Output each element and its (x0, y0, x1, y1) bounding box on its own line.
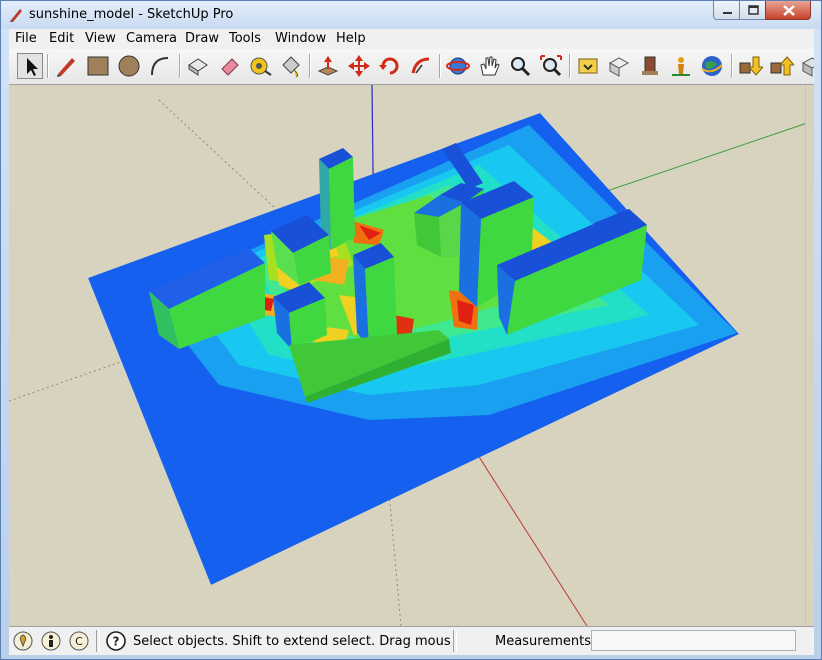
circle-icon (118, 55, 140, 77)
add-location-button[interactable] (668, 53, 694, 79)
minimize-button[interactable] (713, 1, 740, 20)
make-component-icon (188, 58, 208, 76)
eraser-tool-button[interactable] (216, 53, 242, 79)
toolbar-separator (179, 54, 181, 78)
close-icon (783, 5, 795, 16)
status-divider (453, 630, 457, 652)
follow-me-button[interactable] (408, 53, 434, 79)
follow-me-icon (411, 57, 430, 74)
move-icon (348, 55, 370, 77)
paint-bucket-button[interactable] (278, 53, 304, 79)
rotate-tool-button[interactable] (377, 53, 403, 79)
status-message: Select objects. Shift to extend select. … (133, 634, 451, 649)
geolocation-icon[interactable] (13, 631, 33, 651)
close-button[interactable] (765, 1, 811, 20)
share-model-button[interactable] (606, 53, 632, 79)
push-pull-icon (317, 56, 339, 76)
tape-measure-button[interactable] (247, 53, 273, 79)
zoom-icon (511, 57, 531, 77)
instructor-help-icon[interactable]: ? (105, 630, 127, 652)
zoom-tool-button[interactable] (507, 53, 533, 79)
arc-icon (151, 57, 169, 76)
components-button[interactable] (637, 53, 663, 79)
license-icon[interactable]: C (69, 631, 89, 651)
svg-text:?: ? (113, 635, 120, 649)
orbit-icon (446, 57, 470, 75)
get-models-down-button[interactable] (737, 53, 765, 79)
toolbar-separator (47, 54, 49, 78)
model-viewport[interactable] (9, 85, 814, 626)
google-earth-icon (701, 56, 723, 76)
get-models-icon (578, 58, 598, 74)
pencil-line-icon (57, 58, 75, 77)
push-pull-button[interactable] (315, 53, 341, 79)
toolbar-overflow-button[interactable] (799, 53, 814, 79)
measurements-input[interactable] (591, 630, 796, 651)
orbit-tool-button[interactable] (445, 53, 471, 79)
measurements-label: Measurements (495, 634, 592, 649)
model-info-icon (801, 57, 814, 77)
toolbar-separator (439, 54, 441, 78)
svg-text:C: C (75, 635, 83, 648)
share-model-up-icon (770, 56, 796, 76)
rectangle-tool-button[interactable] (85, 53, 111, 79)
menu-bar: File Edit View Camera Draw Tools Window … (9, 29, 814, 49)
select-tool-button[interactable] (17, 53, 43, 79)
eraser-icon (221, 58, 239, 76)
pan-icon (480, 56, 500, 76)
get-models-button[interactable] (575, 53, 601, 79)
menu-draw[interactable]: Draw (185, 31, 219, 46)
toolbar-separator (309, 54, 311, 78)
circle-tool-button[interactable] (116, 53, 142, 79)
add-location-icon (672, 57, 690, 76)
zoom-extents-icon (540, 55, 562, 77)
make-component-button[interactable] (185, 53, 211, 79)
maximize-icon (748, 5, 759, 15)
get-models-down-icon (739, 56, 765, 76)
menu-window[interactable]: Window (275, 31, 326, 46)
menu-file[interactable]: File (15, 31, 37, 46)
menu-view[interactable]: View (85, 31, 116, 46)
rectangle-icon (87, 56, 109, 76)
google-earth-button[interactable] (699, 53, 725, 79)
sunshine-model-scene (9, 85, 814, 626)
tape-measure-icon (250, 57, 272, 76)
arc-tool-button[interactable] (147, 53, 173, 79)
share-model-up-button[interactable] (768, 53, 796, 79)
sketchup-logo-icon (10, 9, 22, 22)
menu-help[interactable]: Help (336, 31, 366, 46)
menu-camera[interactable]: Camera (126, 31, 177, 46)
minimize-icon (723, 12, 732, 14)
maximize-button[interactable] (739, 1, 766, 20)
rotate-icon (379, 57, 399, 75)
window-title: sunshine_model - SketchUp Pro (29, 7, 234, 22)
move-tool-button[interactable] (346, 53, 372, 79)
status-bar: C ? Select objects. Shift to extend sele… (9, 626, 814, 655)
toolbar-separator (569, 54, 571, 78)
status-divider (96, 630, 100, 652)
title-bar[interactable]: sunshine_model - SketchUp Pro (1, 1, 821, 29)
zoom-extents-button[interactable] (538, 53, 564, 79)
credits-icon[interactable] (41, 631, 61, 651)
menu-tools[interactable]: Tools (229, 31, 261, 46)
app-window: sunshine_model - SketchUp Pro File Edit … (0, 0, 822, 660)
viewport-edge (805, 85, 814, 626)
pan-tool-button[interactable] (476, 53, 502, 79)
menu-edit[interactable]: Edit (49, 31, 74, 46)
components-icon (642, 56, 658, 75)
line-tool-button[interactable] (53, 53, 79, 79)
toolbar-separator (731, 54, 733, 78)
paint-bucket-icon (282, 56, 300, 78)
share-model-icon (608, 57, 630, 77)
main-toolbar (9, 49, 814, 85)
select-arrow-icon (27, 58, 38, 76)
